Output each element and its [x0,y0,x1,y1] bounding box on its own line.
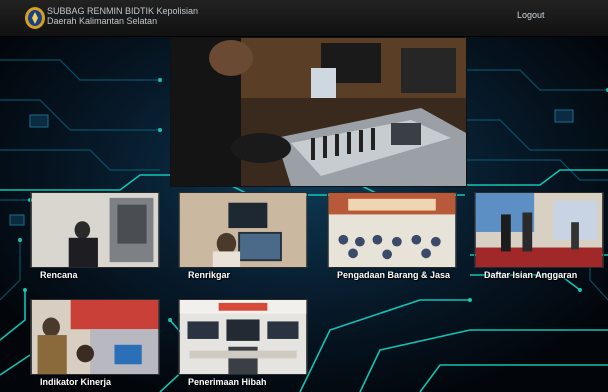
tile-photo [30,192,160,268]
tile-label: Daftar Isian Anggaran [484,270,578,280]
menu-tile-pengadaan-barang-jasa[interactable]: Pengadaan Barang & Jasa [327,192,457,280]
tile-photo [30,299,160,375]
tile-label: Pengadaan Barang & Jasa [337,270,451,280]
tile-label: Penerimaan Hibah [188,377,267,387]
tile-photo [178,192,308,268]
hero-image [170,37,467,187]
menu-tile-daftar-isian-anggaran[interactable]: Daftar Isian Anggaran [474,192,604,280]
tile-label: Rencana [40,270,78,280]
tile-photo [327,192,457,268]
menu-tile-indikator-kinerja[interactable]: Indikator Kinerja [30,299,160,387]
tile-photo [178,299,308,375]
police-crest-icon[interactable] [24,6,46,30]
menu-tile-penerimaan-hibah[interactable]: Penerimaan Hibah [178,299,308,387]
menu-tile-rencana[interactable]: Rencana [30,192,160,280]
brand-title[interactable]: SUBBAG RENMIN BIDTIK Kepolisian Daerah K… [47,6,198,26]
tile-label: Indikator Kinerja [40,377,112,387]
logout-link[interactable]: Logout [517,10,545,20]
brand-line-2: Daerah Kalimantan Selatan [47,16,158,26]
tile-photo [474,192,604,268]
tile-label: Renrikgar [188,270,231,280]
menu-tile-renrikgar[interactable]: Renrikgar [178,192,308,280]
brand-line-1: SUBBAG RENMIN BIDTIK Kepolisian [47,6,199,16]
top-navbar: SUBBAG RENMIN BIDTIK Kepolisian Daerah K… [0,0,608,37]
